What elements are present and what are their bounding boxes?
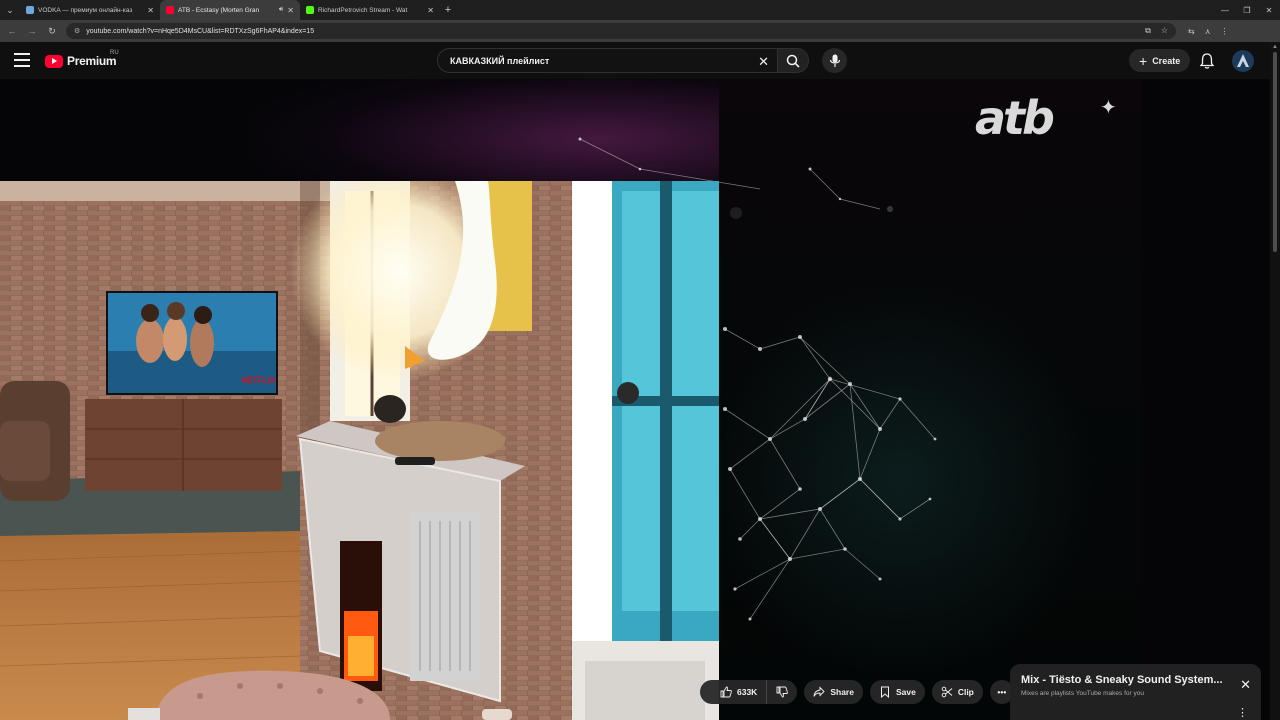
minimize-icon[interactable]: — xyxy=(1214,6,1236,15)
star-icon: ✦ xyxy=(1100,97,1117,119)
browser-tab-2[interactable]: ATB - Ecstasy (Morten Gran 🔊︎ ✕ xyxy=(160,0,300,20)
tab-title: VODKA — премиум онлайн-каз xyxy=(38,6,133,14)
address-bar-row: ← → ↻ ⚙ youtube.com/watch?v=nHqe5D4MsCU&… xyxy=(0,20,1280,42)
share-label: Share xyxy=(830,687,854,697)
tab-favicon xyxy=(166,6,174,14)
voice-search-button[interactable] xyxy=(822,48,847,73)
thumbs-up-icon xyxy=(720,686,732,698)
youtube-masthead: Premium RU КАВКАЗКИЙ плейлист ✕ + Create xyxy=(0,42,1270,79)
browser-menu-icon[interactable]: ⋮ xyxy=(1221,27,1229,36)
microphone-icon xyxy=(829,54,840,67)
logo-wordmark: Premium xyxy=(67,54,117,68)
scrollbar-thumb[interactable] xyxy=(1273,52,1277,252)
url-field[interactable]: ⚙ youtube.com/watch?v=nHqe5D4MsCU&list=R… xyxy=(66,23,1176,39)
search-icon xyxy=(786,54,800,68)
video-actions-bar: 633K Share Save Clip ••• xyxy=(700,680,1014,704)
tv-netflix-label: NETFLIX xyxy=(242,376,276,385)
tab-close-icon[interactable]: ✕ xyxy=(147,6,154,15)
create-button[interactable]: + Create xyxy=(1129,49,1191,72)
plus-icon: + xyxy=(1139,52,1148,69)
scissors-icon xyxy=(941,686,953,698)
page-scrollbar[interactable]: ▲ xyxy=(1270,42,1280,720)
share-icon xyxy=(813,686,825,697)
browser-tabstrip: ⌄ VODKA — премиум онлайн-каз ✕ ATB - Ecs… xyxy=(0,0,1280,20)
browser-tab-3[interactable]: RichardPetrovich Stream - Wat ✕ xyxy=(300,0,440,20)
atb-logo: atb xyxy=(975,91,1055,145)
dislike-button[interactable] xyxy=(766,680,798,704)
speaker-icon[interactable]: 🔊︎ xyxy=(279,6,283,14)
profile-icon[interactable]: ⋏ xyxy=(1205,27,1211,36)
save-button[interactable]: Save xyxy=(869,680,925,704)
mix-subtitle: Mixes are playlists YouTube makes for yo… xyxy=(1021,690,1144,697)
tab-close-icon[interactable]: ✕ xyxy=(427,6,434,15)
menu-hamburger-icon[interactable] xyxy=(14,53,30,67)
create-label: Create xyxy=(1152,55,1181,66)
like-button[interactable]: 633K xyxy=(700,680,767,704)
back-icon[interactable]: ← xyxy=(6,26,18,36)
search-input[interactable]: КАВКАЗКИЙ плейлист ✕ xyxy=(437,48,777,73)
bookmark-icon xyxy=(880,686,889,698)
open-in-app-icon[interactable]: ⧉ xyxy=(1145,26,1151,36)
clip-label: Clip xyxy=(957,687,974,697)
clip-button[interactable]: Clip xyxy=(931,680,983,704)
close-icon[interactable]: ✕ xyxy=(1240,677,1251,693)
bookmark-star-icon[interactable]: ☆ xyxy=(1161,26,1168,36)
account-avatar[interactable] xyxy=(1232,50,1254,72)
region-code: RU xyxy=(110,50,119,56)
close-window-icon[interactable]: ✕ xyxy=(1258,6,1280,15)
mix-title: Mix - Tiësto & Sneaky Sound System... xyxy=(1021,674,1223,686)
forward-icon[interactable]: → xyxy=(26,26,38,36)
youtube-play-icon xyxy=(45,54,63,68)
tab-close-icon[interactable]: ✕ xyxy=(287,6,294,15)
scroll-up-icon[interactable]: ▲ xyxy=(1272,44,1278,50)
site-info-icon[interactable]: ⚙ xyxy=(74,27,80,35)
search-button[interactable] xyxy=(777,48,809,73)
mix-playlist-card[interactable]: Mix - Tiësto & Sneaky Sound System... Mi… xyxy=(1010,664,1261,720)
tab-favicon xyxy=(26,6,34,14)
url-text: youtube.com/watch?v=nHqe5D4MsCU&list=RDT… xyxy=(86,27,315,35)
tab-search-icon[interactable]: ⌄ xyxy=(0,0,20,20)
window-controls: — ❐ ✕ xyxy=(1214,6,1280,15)
browser-tab-1[interactable]: VODKA — премиум онлайн-каз ✕ xyxy=(20,0,160,20)
share-button[interactable]: Share xyxy=(804,680,863,704)
extension-icon[interactable]: ⇆ xyxy=(1188,27,1195,36)
notifications-bell-icon[interactable] xyxy=(1198,52,1216,70)
more-vertical-icon[interactable]: ⋮ xyxy=(1237,706,1248,719)
avatar-image-icon xyxy=(1237,54,1249,67)
thumbs-down-icon xyxy=(776,686,789,698)
more-horizontal-icon: ••• xyxy=(997,687,1007,697)
save-label: Save xyxy=(895,687,916,697)
room-scene: NETFLIX xyxy=(0,181,719,720)
reload-icon[interactable]: ↻ xyxy=(46,26,58,37)
search-query: КАВКАЗКИЙ плейлист xyxy=(450,55,550,66)
video-player[interactable]: atb ✦ NETFLIX xyxy=(0,79,1270,720)
tab-title: ATB - Ecstasy (Morten Gran xyxy=(178,6,260,14)
like-count: 633K xyxy=(737,687,758,697)
webcam-overlay: NETFLIX xyxy=(0,181,719,720)
clear-search-icon[interactable]: ✕ xyxy=(758,54,769,70)
youtube-premium-logo[interactable]: Premium RU xyxy=(45,50,119,68)
restore-icon[interactable]: ❐ xyxy=(1236,6,1258,15)
new-tab-button[interactable]: + xyxy=(440,4,456,16)
tab-favicon xyxy=(306,6,314,14)
tab-title: RichardPetrovich Stream - Wat xyxy=(318,6,408,14)
